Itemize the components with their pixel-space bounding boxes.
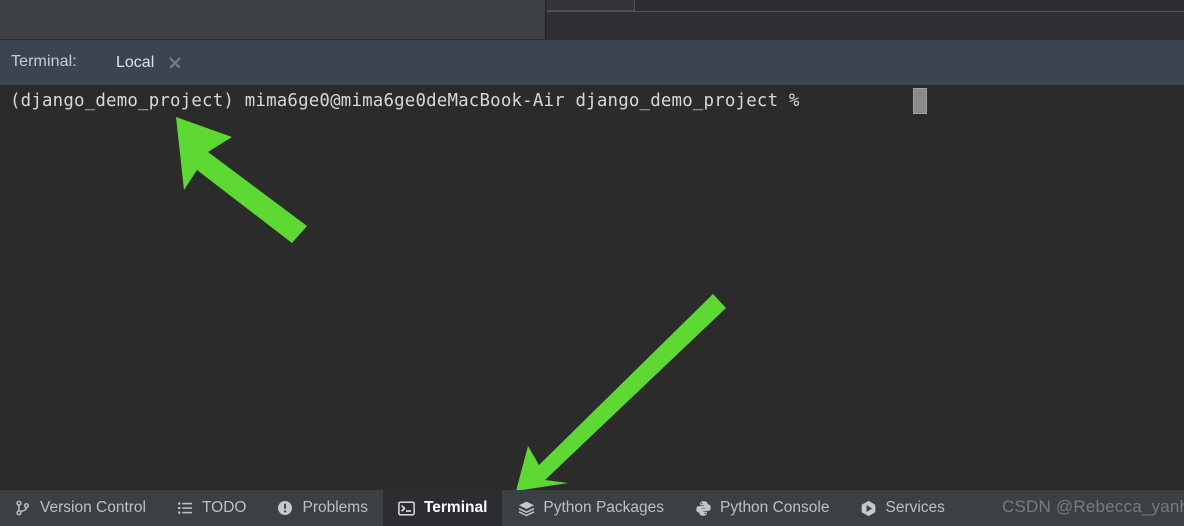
status-item-todo[interactable]: TODO: [161, 490, 262, 526]
status-item-label: Version Control: [40, 499, 146, 516]
terminal-header-bar: Terminal: Local: [0, 40, 1184, 121]
close-icon[interactable]: [168, 56, 182, 70]
status-item-problems[interactable]: Problems: [261, 490, 382, 526]
ide-window: Terminal: Local (django_demo_project) mi…: [0, 0, 1184, 526]
terminal-tab-label: Local: [116, 54, 155, 71]
terminal-prompt-line: (django_demo_project) mima6ge0@mima6ge0d…: [10, 91, 800, 111]
editor-tab-strip-right[interactable]: [635, 0, 1184, 11]
tool-window-left-panel: [0, 0, 546, 39]
layers-icon: [517, 499, 535, 517]
terminal-tab-local[interactable]: Local: [112, 47, 182, 79]
terminal-icon: [398, 499, 416, 517]
status-item-python-packages[interactable]: Python Packages: [502, 490, 679, 526]
status-item-label: Python Console: [720, 499, 830, 516]
status-item-version-control[interactable]: Version Control: [0, 490, 161, 526]
terminal-cursor: [913, 88, 927, 114]
status-item-label: Terminal: [423, 499, 488, 516]
terminal-title: Terminal:: [11, 53, 77, 70]
status-item-terminal[interactable]: Terminal: [382, 490, 503, 526]
tool-window-left-panel-body: [1, 0, 545, 39]
status-item-label: Problems: [302, 499, 368, 516]
status-item-label: Services: [885, 499, 945, 516]
status-item-label: TODO: [201, 499, 247, 516]
error-circle-icon: [276, 499, 294, 517]
list-icon: [176, 499, 194, 517]
watermark: CSDN @Rebecca_yanhan: [1002, 497, 1184, 516]
status-item-services[interactable]: Services: [844, 490, 959, 526]
status-item-label: Python Packages: [543, 499, 665, 516]
play-hexagon-icon: [859, 499, 877, 517]
python-icon: [694, 499, 712, 517]
terminal-output-area[interactable]: (django_demo_project) mima6ge0@mima6ge0d…: [0, 85, 1184, 490]
editor-content-area[interactable]: [547, 12, 1184, 40]
status-item-python-console[interactable]: Python Console: [679, 490, 844, 526]
editor-area-remnant: [0, 0, 1184, 40]
branch-icon: [14, 499, 32, 517]
editor-tab-strip-left[interactable]: [547, 0, 634, 11]
